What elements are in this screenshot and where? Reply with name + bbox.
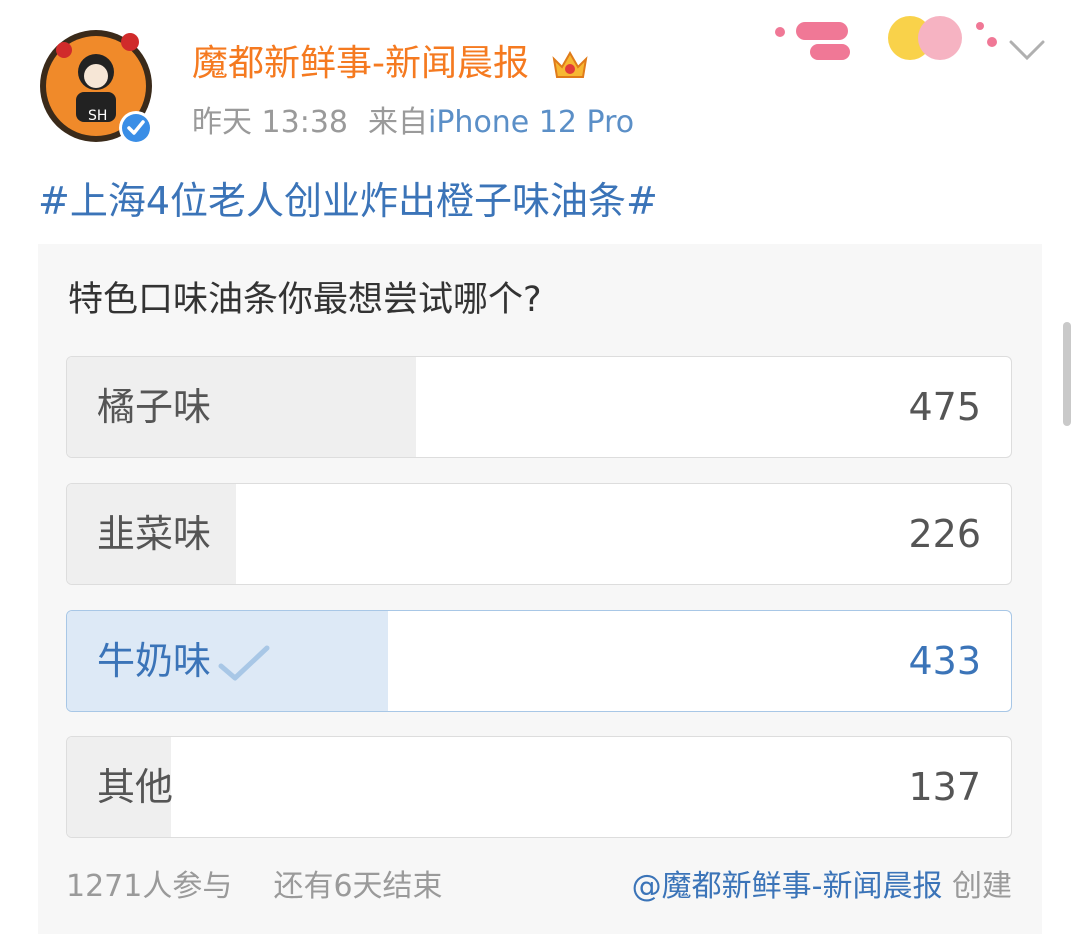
username-text[interactable]: 魔都新鲜事-新闻晨报 [192,43,529,84]
username[interactable]: 魔都新鲜事-新闻晨报 [192,38,590,90]
poll-participants: 1271人参与 [66,869,233,904]
check-icon [218,645,270,680]
poll-option-orange[interactable]: 橘子味 475 [66,356,1012,458]
poll-option-label: 牛奶味 [97,611,271,711]
poll-option-chive[interactable]: 韭菜味 226 [66,483,1012,585]
poll-option-label: 其他 [97,765,174,809]
poll-creator-line: @魔都新鲜事-新闻晨报 创建 [632,864,1012,910]
verified-badge-icon [119,111,153,145]
post-time: 昨天 13:38 [192,105,348,140]
source-prefix: 来自 [368,105,428,140]
post-meta: 昨天 13:38 来自iPhone 12 Pro [192,100,634,146]
love-sticker-icon [775,16,997,60]
poll-option-milk[interactable]: 牛奶味 433 [66,610,1012,712]
poll-question: 特色口味油条你最想尝试哪个? [68,280,542,320]
poll-option-count: 137 [908,765,981,809]
poll-card: 特色口味油条你最想尝试哪个? 橘子味 475 韭菜味 226 牛奶味 433 其… [38,244,1042,934]
poll-option-label: 橘子味 [97,385,212,429]
source-link[interactable]: iPhone 12 Pro [428,105,634,140]
poll-option-count: 475 [908,385,981,429]
poll-remaining: 还有6天结束 [273,869,443,904]
topic-link[interactable]: #上海4位老人创业炸出橙子味油条# [38,172,658,230]
poll-option-label-text: 牛奶味 [97,639,212,683]
poll-option-count: 433 [908,639,981,683]
poll-option-count: 226 [908,512,981,556]
poll-created-label: 创建 [952,869,1012,904]
poll-footer: 1271人参与 还有6天结束 @魔都新鲜事-新闻晨报 创建 [66,864,1012,910]
scrollbar[interactable] [1063,322,1071,426]
avatar-initials: SH [88,108,107,124]
poll-option-other[interactable]: 其他 137 [66,736,1012,838]
chevron-down-icon[interactable] [1008,38,1046,62]
crown-icon [552,50,588,78]
poll-creator-link[interactable]: @魔都新鲜事-新闻晨报 [632,869,943,904]
poll-option-label: 韭菜味 [97,512,212,556]
